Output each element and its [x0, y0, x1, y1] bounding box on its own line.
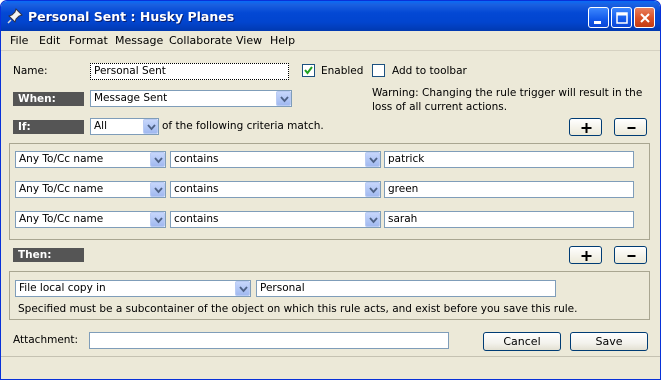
attachment-input[interactable] [89, 332, 449, 349]
criteria-operator-select[interactable]: contains [170, 151, 381, 168]
add-action-button[interactable] [569, 246, 602, 264]
criteria-field-value: Any To/Cc name [19, 153, 104, 165]
warning-line-2: loss of all current actions. [372, 101, 508, 113]
then-label: Then: [13, 248, 84, 262]
menu-collaborate[interactable]: Collaborate [169, 34, 232, 47]
minus-icon [627, 127, 636, 129]
warning-line-1: Warning: Changing the rule trigger will … [372, 87, 643, 99]
chevron-down-icon[interactable] [365, 152, 380, 167]
criteria-field-value: Any To/Cc name [19, 183, 104, 195]
criteria-value-input[interactable]: patrick [384, 151, 634, 168]
folder-value: Personal [260, 282, 305, 294]
plus-icon [581, 251, 592, 261]
criteria-value: patrick [388, 153, 425, 165]
title-bar[interactable]: Personal Sent : Husky Planes [1, 1, 660, 31]
trigger-select[interactable]: Message Sent [90, 90, 292, 107]
action-select[interactable]: File local copy in [15, 280, 251, 297]
checkmark-icon [304, 66, 313, 75]
criteria-operator-value: contains [174, 153, 219, 165]
menu-message[interactable]: Message [115, 34, 163, 47]
add-criteria-button[interactable] [569, 118, 602, 136]
remove-criteria-button[interactable] [614, 118, 647, 136]
pin-icon [7, 8, 23, 24]
status-bar [1, 356, 660, 379]
add-to-toolbar-label: Add to toolbar [392, 65, 467, 77]
chevron-down-icon[interactable] [235, 281, 250, 296]
close-button[interactable] [634, 7, 655, 28]
when-label: When: [13, 92, 84, 106]
cancel-button[interactable]: Cancel [483, 332, 561, 351]
rule-window: Personal Sent : Husky Planes File Edit F… [0, 0, 661, 380]
trigger-value: Message Sent [94, 92, 168, 104]
criteria-field-select[interactable]: Any To/Cc name [15, 151, 166, 168]
name-value: Personal Sent [94, 65, 166, 77]
enabled-label: Enabled [321, 65, 364, 77]
close-icon [640, 13, 650, 23]
plus-icon [581, 123, 592, 133]
criteria-operator-select[interactable]: contains [170, 181, 381, 198]
chevron-down-icon[interactable] [143, 119, 158, 134]
name-input[interactable]: Personal Sent [90, 63, 289, 80]
minimize-button[interactable] [588, 7, 609, 28]
menu-edit[interactable]: Edit [39, 34, 60, 47]
menu-format[interactable]: Format [69, 34, 108, 47]
if-label: If: [13, 120, 84, 134]
criteria-value-input[interactable]: green [384, 181, 634, 198]
menu-help[interactable]: Help [270, 34, 295, 47]
criteria-field-select[interactable]: Any To/Cc name [15, 181, 166, 198]
criteria-field-select[interactable]: Any To/Cc name [15, 211, 166, 228]
enabled-checkbox[interactable] [302, 64, 315, 77]
action-note: Specified must be a subcontainer of the … [18, 303, 578, 315]
chevron-down-icon[interactable] [150, 212, 165, 227]
menu-bar: File Edit Format Message Collaborate Vie… [1, 31, 660, 51]
criteria-field-value: Any To/Cc name [19, 213, 104, 225]
criteria-value: sarah [388, 213, 418, 225]
action-value: File local copy in [19, 282, 106, 294]
minus-icon [627, 255, 636, 257]
remove-action-button[interactable] [614, 246, 647, 264]
folder-input[interactable]: Personal [256, 280, 556, 297]
attachment-label: Attachment: [13, 334, 79, 346]
match-text: of the following criteria match. [162, 120, 324, 132]
maximize-button[interactable] [611, 7, 632, 28]
criteria-operator-value: contains [174, 213, 219, 225]
add-to-toolbar-checkbox[interactable] [372, 64, 385, 77]
criteria-value-input[interactable]: sarah [384, 211, 634, 228]
match-value: All [94, 120, 108, 132]
chevron-down-icon[interactable] [365, 212, 380, 227]
minimize-icon [594, 21, 601, 24]
window-title: Personal Sent : Husky Planes [28, 9, 235, 24]
menu-view[interactable]: View [236, 34, 262, 47]
criteria-value: green [388, 183, 419, 195]
maximize-icon [616, 12, 628, 24]
name-label: Name: [13, 65, 48, 77]
menu-file[interactable]: File [10, 34, 28, 47]
chevron-down-icon[interactable] [365, 182, 380, 197]
match-select[interactable]: All [90, 118, 159, 135]
chevron-down-icon[interactable] [150, 152, 165, 167]
criteria-operator-value: contains [174, 183, 219, 195]
chevron-down-icon[interactable] [276, 91, 291, 106]
save-button[interactable]: Save [570, 332, 648, 351]
criteria-operator-select[interactable]: contains [170, 211, 381, 228]
chevron-down-icon[interactable] [150, 182, 165, 197]
